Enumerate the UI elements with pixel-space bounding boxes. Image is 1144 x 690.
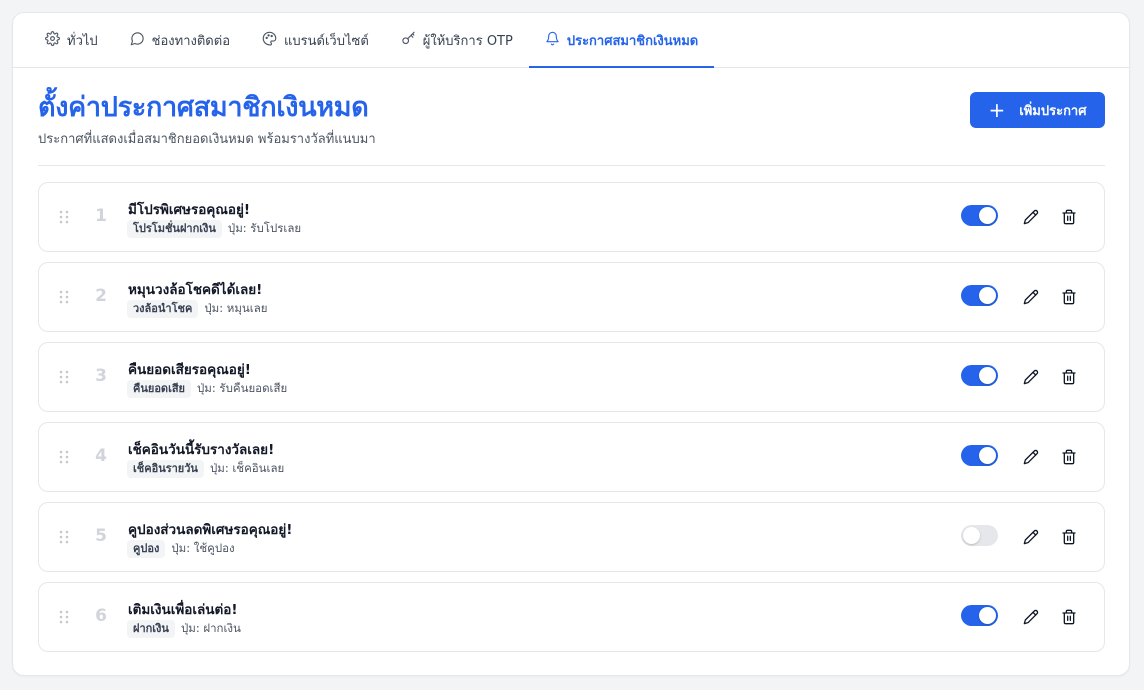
pencil-icon[interactable] (1023, 289, 1041, 307)
announcement-message: เติมเงินเพื่อเล่นต่อ! (128, 602, 238, 618)
tab-out-of-funds-announcements[interactable]: ประกาศสมาชิกเงินหมด (528, 13, 715, 68)
toggle-knob (979, 367, 996, 384)
tab-label: ประกาศสมาชิกเงินหมด (566, 33, 699, 49)
toggle-knob (979, 207, 996, 224)
enabled-toggle[interactable] (961, 525, 998, 546)
trash-icon[interactable] (1061, 529, 1079, 547)
reward-tag: วงล้อนำโชค (127, 300, 199, 318)
settings-card: ทั่วไป ช่องทางติดต่อ แบรนด์เว็บไซต์ ผู้ใ… (12, 12, 1130, 676)
announcement-number: 1 (95, 206, 107, 226)
tab-label: ทั่วไป (67, 33, 98, 49)
announcement-meta: ฝากเงิน ปุ่ม: ฝากเงิน (127, 620, 241, 638)
tab-label: ช่องทางติดต่อ (151, 33, 231, 49)
toggle-knob (963, 527, 980, 544)
announcement-row: 1 มีโปรพิเศษรอคุณอยู่! โปรโมชั่นฝากเงิน … (38, 182, 1105, 252)
pencil-icon[interactable] (1023, 209, 1041, 227)
page-header: ตั้งค่าประกาศสมาชิกเงินหมด ประกาศที่แสดง… (38, 90, 1105, 166)
pencil-icon[interactable] (1023, 609, 1041, 627)
announcement-meta: วงล้อนำโชค ปุ่ม: หมุนเลย (127, 300, 267, 318)
tab-website-brand[interactable]: แบรนด์เว็บไซต์ (246, 13, 385, 67)
reward-tag: โปรโมชั่นฝากเงิน (127, 220, 222, 238)
announcement-row: 3 คืนยอดเสียรอคุณอยู่! คืนยอดเสีย ปุ่ม: … (38, 342, 1105, 412)
trash-icon[interactable] (1061, 609, 1079, 627)
bell-icon (545, 31, 560, 50)
settings-tabs: ทั่วไป ช่องทางติดต่อ แบรนด์เว็บไซต์ ผู้ใ… (13, 13, 1129, 68)
enabled-toggle[interactable] (961, 605, 998, 626)
trash-icon[interactable] (1061, 449, 1079, 467)
announcement-list: 1 มีโปรพิเศษรอคุณอยู่! โปรโมชั่นฝากเงิน … (38, 182, 1105, 662)
button-label: ปุ่ม: เช็คอินเลย (209, 461, 285, 475)
reward-tag: คืนยอดเสีย (127, 380, 191, 398)
trash-icon[interactable] (1061, 289, 1079, 307)
reward-tag: คูปอง (127, 540, 166, 558)
announcement-row: 5 คูปองส่วนลดพิเศษรอคุณอยู่! คูปอง ปุ่ม:… (38, 502, 1105, 572)
tab-otp-provider[interactable]: ผู้ให้บริการ OTP (385, 13, 529, 67)
toggle-knob (979, 287, 996, 304)
key-icon (401, 31, 416, 50)
announcement-message: มีโปรพิเศษรอคุณอยู่! (128, 202, 251, 218)
enabled-toggle[interactable] (961, 445, 998, 466)
announcement-message: คืนยอดเสียรอคุณอยู่! (128, 362, 251, 378)
button-label: ปุ่ม: ฝากเงิน (180, 621, 241, 635)
announcement-number: 6 (95, 606, 107, 626)
announcement-meta: โปรโมชั่นฝากเงิน ปุ่ม: รับโปรเลย (127, 220, 301, 238)
announcement-number: 2 (95, 286, 107, 306)
announcement-number: 4 (95, 446, 107, 466)
add-announcement-label: เพิ่มประกาศ (1019, 103, 1087, 119)
tab-general[interactable]: ทั่วไป (35, 13, 114, 67)
drag-handle-icon[interactable] (59, 370, 69, 384)
enabled-toggle[interactable] (961, 365, 998, 386)
button-label: ปุ่ม: รับโปรเลย (227, 221, 302, 235)
announcement-number: 5 (95, 526, 107, 546)
announcement-row: 6 เติมเงินเพื่อเล่นต่อ! ฝากเงิน ปุ่ม: ฝา… (38, 582, 1105, 652)
plus-icon: + (988, 98, 1006, 122)
announcement-meta: คืนยอดเสีย ปุ่ม: รับคืนยอดเสีย (127, 380, 287, 398)
announcement-message: หมุนวงล้อโชคดีได้เลย! (128, 282, 263, 298)
reward-tag: เช็คอินรายวัน (127, 460, 204, 478)
pencil-icon[interactable] (1023, 449, 1041, 467)
tab-label: แบรนด์เว็บไซต์ (284, 33, 369, 49)
reward-tag: ฝากเงิน (127, 620, 175, 638)
gear-icon (45, 30, 60, 50)
announcement-message: คูปองส่วนลดพิเศษรอคุณอยู่! (128, 522, 293, 538)
toggle-knob (979, 607, 996, 624)
button-label: ปุ่ม: หมุนเลย (204, 301, 268, 315)
announcement-meta: เช็คอินรายวัน ปุ่ม: เช็คอินเลย (127, 460, 284, 478)
button-label: ปุ่ม: รับคืนยอดเสีย (197, 381, 288, 395)
drag-handle-icon[interactable] (59, 450, 69, 464)
drag-handle-icon[interactable] (59, 530, 69, 544)
pencil-icon[interactable] (1023, 529, 1041, 547)
palette-icon (262, 31, 277, 50)
announcement-number: 3 (95, 366, 107, 386)
drag-handle-icon[interactable] (59, 290, 69, 304)
toggle-knob (979, 447, 996, 464)
trash-icon[interactable] (1061, 209, 1079, 227)
button-label: ปุ่ม: ใช้คูปอง (171, 541, 235, 555)
tab-contact-channels[interactable]: ช่องทางติดต่อ (114, 13, 246, 67)
page-title: ตั้งค่าประกาศสมาชิกเงินหมด (38, 92, 369, 123)
add-announcement-button[interactable]: + เพิ่มประกาศ (970, 92, 1105, 128)
enabled-toggle[interactable] (961, 285, 998, 306)
drag-handle-icon[interactable] (59, 210, 69, 224)
chat-bubble-icon (130, 31, 145, 50)
page-subtitle: ประกาศที่แสดงเมื่อสมาชิกยอดเงินหมด พร้อม… (38, 132, 376, 147)
trash-icon[interactable] (1061, 369, 1079, 387)
announcement-message: เช็คอินวันนี้รับรางวัลเลย! (128, 442, 275, 458)
announcement-meta: คูปอง ปุ่ม: ใช้คูปอง (127, 540, 235, 558)
enabled-toggle[interactable] (961, 205, 998, 226)
pencil-icon[interactable] (1023, 369, 1041, 387)
tab-label: ผู้ให้บริการ OTP (422, 33, 513, 49)
announcement-row: 4 เช็คอินวันนี้รับรางวัลเลย! เช็คอินรายว… (38, 422, 1105, 492)
announcement-row: 2 หมุนวงล้อโชคดีได้เลย! วงล้อนำโชค ปุ่ม:… (38, 262, 1105, 332)
drag-handle-icon[interactable] (59, 610, 69, 624)
